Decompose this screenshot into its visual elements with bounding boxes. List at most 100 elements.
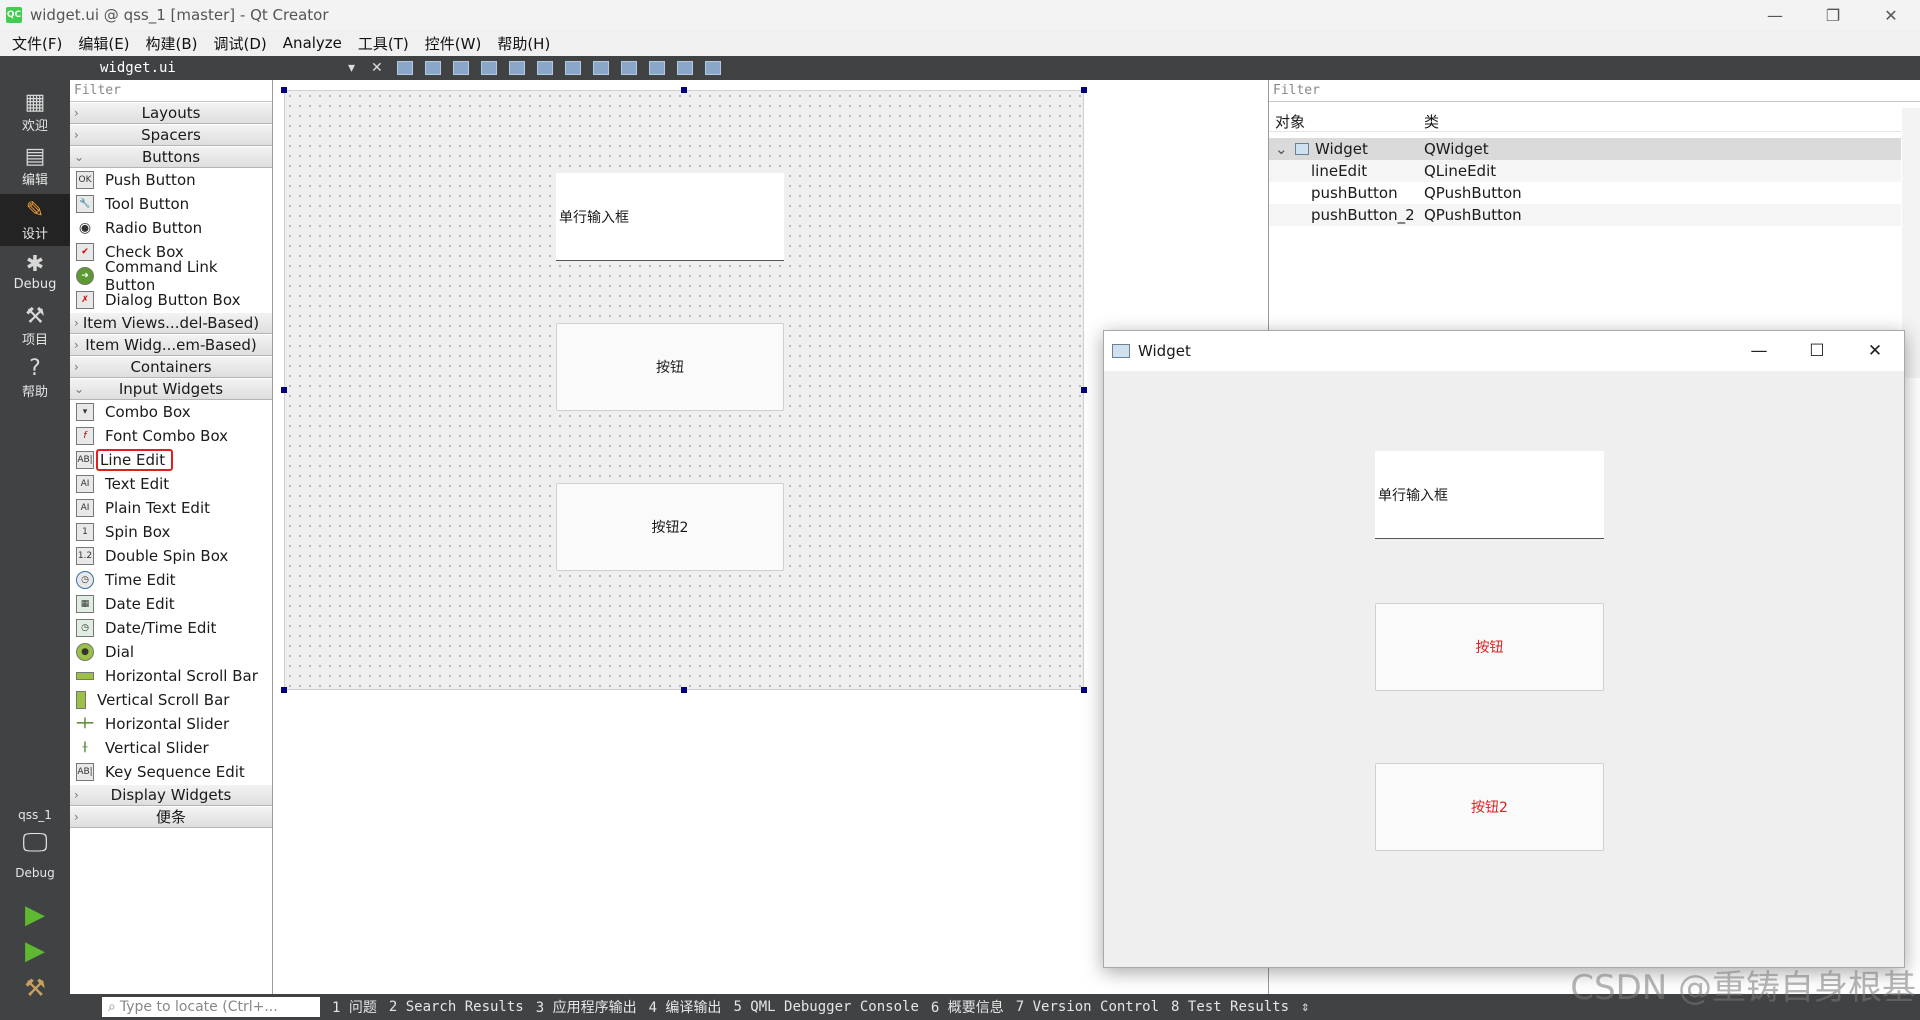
close-file-icon[interactable]: ✕	[371, 60, 383, 76]
mode-edit[interactable]: ▤ 编辑	[0, 140, 70, 192]
resize-handle[interactable]	[281, 387, 287, 393]
mode-help[interactable]: ? 帮助	[0, 352, 70, 404]
widget-key-sequence-edit[interactable]: AB| Key Sequence Edit	[70, 760, 272, 784]
form-widget[interactable]: 单行输入框 按钮 按钮2	[284, 90, 1084, 690]
category-layouts[interactable]: › Layouts	[70, 102, 272, 124]
build-hammer-icon[interactable]: ⚒	[0, 974, 70, 1002]
widget-command-link-button[interactable]: ➜ Command Link Button	[70, 258, 272, 294]
widget-dial[interactable]: ● Dial	[70, 640, 272, 664]
adjust-size-icon[interactable]	[704, 61, 721, 75]
menu-tools[interactable]: 工具(T)	[350, 33, 417, 54]
layout-splitter-h-icon[interactable]	[564, 61, 581, 75]
widget-tool-button[interactable]: 🔧 Tool Button	[70, 192, 272, 216]
form-push-button-2[interactable]: 按钮2	[556, 483, 784, 571]
form-push-button[interactable]: 按钮	[556, 323, 784, 411]
widget-filter-input[interactable]: Filter	[70, 80, 272, 102]
widget-vertical-slider[interactable]: ╂ Vertical Slider	[70, 736, 272, 760]
tree-row[interactable]: lineEdit QLineEdit	[1269, 160, 1901, 182]
mode-projects[interactable]: ⚒ 项目	[0, 300, 70, 352]
locator-input[interactable]: ⌕ Type to locate (Ctrl+...	[102, 997, 320, 1017]
preview-window[interactable]: Widget — ☐ ✕ 单行输入框 按钮 按钮2	[1103, 330, 1905, 968]
layout-vertical-icon[interactable]	[536, 61, 553, 75]
preview-title-bar[interactable]: Widget — ☐ ✕	[1104, 331, 1904, 371]
layout-splitter-v-icon[interactable]	[592, 61, 609, 75]
category-buttons[interactable]: ⌄ Buttons	[70, 146, 272, 168]
menu-debug[interactable]: 调试(D)	[206, 33, 275, 54]
category-item-widgets[interactable]: › Item Widg...em-Based)	[70, 334, 272, 356]
category-spacers[interactable]: › Spacers	[70, 124, 272, 146]
widget-font-combo-box[interactable]: f Font Combo Box	[70, 424, 272, 448]
edit-signals-icon[interactable]	[424, 61, 441, 75]
edit-tab-order-icon[interactable]	[480, 61, 497, 75]
widget-date-edit[interactable]: ▦ Date Edit	[70, 592, 272, 616]
resize-handle[interactable]	[1081, 87, 1087, 93]
widget-vertical-scroll-bar[interactable]: Vertical Scroll Bar	[70, 688, 272, 712]
layout-grid-icon[interactable]	[648, 61, 665, 75]
menu-edit[interactable]: 编辑(E)	[70, 33, 137, 54]
widget-dialog-button-box[interactable]: ✗ Dialog Button Box	[70, 288, 272, 312]
debug-run-icon[interactable]: ▶	[0, 936, 70, 966]
widget-push-button[interactable]: OK Push Button	[70, 168, 272, 192]
inspector-filter-input[interactable]: Filter	[1269, 80, 1920, 102]
category-notes[interactable]: › 便条	[70, 806, 272, 828]
widget-datetime-edit[interactable]: ◷ Date/Time Edit	[70, 616, 272, 640]
widget-plain-text-edit[interactable]: AI Plain Text Edit	[70, 496, 272, 520]
resize-handle[interactable]	[281, 87, 287, 93]
menu-controls[interactable]: 控件(W)	[417, 33, 490, 54]
tree-row[interactable]: ⌄ Widget QWidget	[1269, 138, 1901, 160]
maximize-icon[interactable]: ☐	[1788, 331, 1846, 371]
preview-push-button[interactable]: 按钮	[1375, 603, 1604, 691]
pane-qml-debugger-console[interactable]: 5 QML Debugger Console	[733, 999, 918, 1015]
run-icon[interactable]: ▶	[0, 900, 70, 930]
widget-horizontal-scroll-bar[interactable]: Horizontal Scroll Bar	[70, 664, 272, 688]
widget-spin-box[interactable]: 1 Spin Box	[70, 520, 272, 544]
minimize-icon[interactable]: —	[1746, 0, 1804, 30]
column-class[interactable]: 类	[1418, 108, 1445, 131]
widget-radio-button[interactable]: ◉ Radio Button	[70, 216, 272, 240]
menu-build[interactable]: 构建(B)	[138, 33, 206, 54]
open-file-name[interactable]: widget.ui	[100, 60, 340, 76]
minimize-icon[interactable]: —	[1730, 331, 1788, 371]
resize-handle[interactable]	[281, 687, 287, 693]
mode-welcome[interactable]: ▦ 欢迎	[0, 86, 70, 138]
pane-test-results[interactable]: 8 Test Results	[1171, 999, 1289, 1015]
tree-row[interactable]: pushButton_2 QPushButton	[1269, 204, 1901, 226]
layout-form-icon[interactable]	[620, 61, 637, 75]
pane-toggle-icon[interactable]: ⇕	[1301, 999, 1309, 1015]
preview-line-edit[interactable]: 单行输入框	[1375, 451, 1604, 539]
category-item-views[interactable]: › Item Views...del-Based)	[70, 312, 272, 334]
category-input-widgets[interactable]: ⌄ Input Widgets	[70, 378, 272, 400]
pane-application-output[interactable]: 3 应用程序输出	[536, 997, 637, 1017]
category-containers[interactable]: › Containers	[70, 356, 272, 378]
mode-design[interactable]: ✎ 设计	[0, 194, 70, 246]
close-document-icon[interactable]: ▾	[348, 60, 355, 76]
column-object[interactable]: 对象	[1269, 108, 1418, 131]
edit-widgets-icon[interactable]	[396, 61, 413, 75]
widget-text-edit[interactable]: AI Text Edit	[70, 472, 272, 496]
menu-help[interactable]: 帮助(H)	[489, 33, 558, 54]
widget-line-edit[interactable]: AB| Line Edit	[70, 448, 272, 472]
break-layout-icon[interactable]	[676, 61, 693, 75]
menu-analyze[interactable]: Analyze	[275, 34, 350, 52]
widget-combo-box[interactable]: ▾ Combo Box	[70, 400, 272, 424]
pane-compile-output[interactable]: 4 编译输出	[649, 997, 722, 1017]
layout-horizontal-icon[interactable]	[508, 61, 525, 75]
close-icon[interactable]: ✕	[1846, 331, 1904, 371]
pane-general-messages[interactable]: 6 概要信息	[931, 997, 1004, 1017]
resize-handle[interactable]	[681, 687, 687, 693]
tree-row[interactable]: pushButton QPushButton	[1269, 182, 1901, 204]
close-icon[interactable]: ✕	[1862, 0, 1920, 30]
form-line-edit[interactable]: 单行输入框	[556, 173, 784, 261]
pane-issues[interactable]: 1 问题	[332, 997, 377, 1017]
edit-buddies-icon[interactable]	[452, 61, 469, 75]
restore-icon[interactable]: ❐	[1804, 0, 1862, 30]
pane-version-control[interactable]: 7 Version Control	[1016, 999, 1159, 1015]
resize-handle[interactable]	[681, 87, 687, 93]
monitor-icon[interactable]: 🖵	[0, 828, 70, 859]
resize-handle[interactable]	[1081, 387, 1087, 393]
widget-horizontal-slider[interactable]: ━╋━ Horizontal Slider	[70, 712, 272, 736]
preview-push-button-2[interactable]: 按钮2	[1375, 763, 1604, 851]
menu-file[interactable]: 文件(F)	[4, 33, 70, 54]
widget-double-spin-box[interactable]: 1.2 Double Spin Box	[70, 544, 272, 568]
pane-search-results[interactable]: 2 Search Results	[389, 999, 524, 1015]
